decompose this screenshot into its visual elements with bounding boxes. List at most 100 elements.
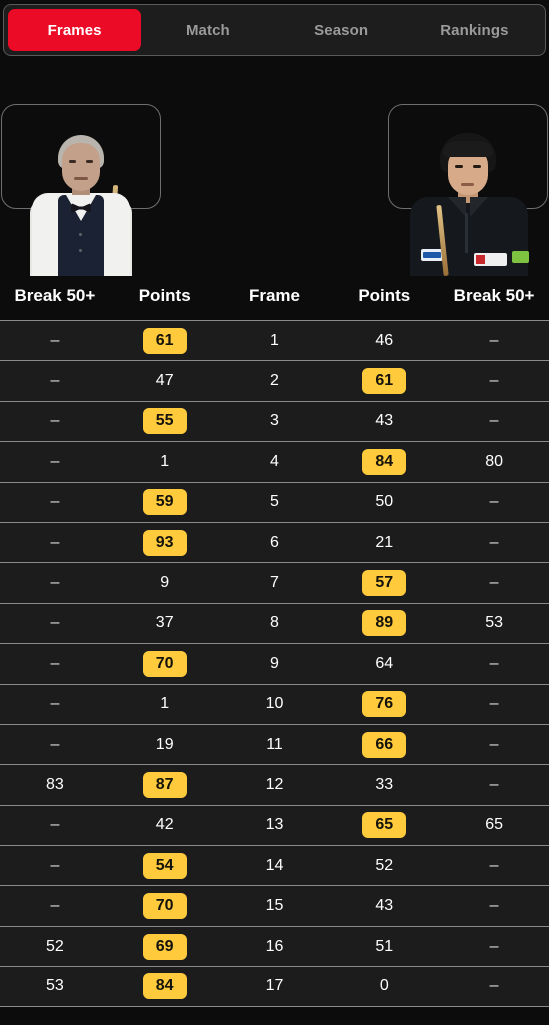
- eye: [473, 165, 481, 168]
- table-row[interactable]: – 47 2 61 –: [0, 360, 549, 401]
- table-row[interactable]: – 61 1 46 –: [0, 320, 549, 361]
- cell-break-left: –: [50, 614, 60, 632]
- button: [79, 233, 82, 236]
- winner-points-badge: 93: [142, 529, 187, 556]
- winner-points-badge: 84: [142, 973, 187, 1000]
- cell-points-right: 46: [375, 331, 394, 349]
- cell-points-left: 69: [110, 933, 220, 960]
- polo-shirt: [410, 197, 528, 276]
- cell-points-right: 0: [379, 977, 389, 995]
- cell-points-left: 61: [110, 327, 220, 354]
- header-frame: Frame: [248, 286, 300, 305]
- button: [79, 249, 82, 252]
- sponsor-logo: [476, 255, 485, 264]
- placket: [465, 213, 468, 253]
- table-row[interactable]: 52 69 16 51 –: [0, 925, 549, 967]
- cell-break-left: 53: [46, 977, 64, 995]
- cell-frame: 16: [265, 937, 284, 955]
- table-row[interactable]: – 59 5 50 –: [0, 481, 549, 522]
- header-break-right: Break 50+: [453, 286, 535, 305]
- cell-break-right: –: [489, 654, 499, 672]
- winner-points-badge: 69: [142, 933, 187, 960]
- winner-points-badge: 55: [142, 408, 187, 435]
- cell-break-right: –: [489, 533, 499, 551]
- sponsor-logo: [512, 251, 529, 263]
- cell-break-right: –: [489, 331, 499, 349]
- cell-points-left: 70: [110, 650, 220, 677]
- cell-break-right: –: [489, 574, 499, 592]
- table-row[interactable]: – 42 13 65 65: [0, 804, 549, 846]
- table-row[interactable]: – 1 10 76 –: [0, 683, 549, 724]
- table-row[interactable]: 53 84 17 0 –: [0, 966, 549, 1007]
- cell-points-left: 1: [160, 452, 170, 470]
- winner-points-badge: 87: [142, 771, 187, 798]
- table-row[interactable]: 83 87 12 33 –: [0, 764, 549, 805]
- player-right-photo: [388, 133, 548, 276]
- winner-points-badge: 59: [142, 489, 187, 516]
- tab-season[interactable]: Season: [275, 9, 408, 51]
- cell-points-left: 1: [160, 695, 170, 713]
- winner-points-badge: 76: [362, 691, 407, 718]
- table-row[interactable]: – 70 9 64 –: [0, 643, 549, 684]
- tab-frames[interactable]: Frames: [8, 9, 142, 51]
- table-row[interactable]: – 9 7 57 –: [0, 562, 549, 603]
- cell-frame: 7: [270, 574, 279, 592]
- winner-points-badge: 57: [362, 570, 407, 597]
- cell-points-right: 52: [375, 856, 394, 874]
- tab-match[interactable]: Match: [141, 9, 274, 51]
- cell-break-left: 83: [46, 775, 64, 793]
- cell-break-left: –: [50, 856, 60, 874]
- cell-points-left: 70: [110, 893, 220, 920]
- winner-points-badge: 61: [142, 327, 187, 354]
- cell-break-right: –: [489, 735, 499, 753]
- winner-points-badge: 70: [142, 893, 187, 920]
- cell-frame: 5: [270, 493, 279, 511]
- cell-break-right: –: [489, 937, 499, 955]
- cell-break-left: –: [50, 897, 60, 915]
- cell-points-left: 54: [110, 852, 220, 879]
- cell-points-right: 64: [375, 654, 394, 672]
- mouth: [74, 177, 88, 180]
- winner-points-badge: 54: [142, 852, 187, 879]
- cell-break-right: –: [489, 897, 499, 915]
- cell-break-right: –: [489, 695, 499, 713]
- cell-break-right: 53: [485, 614, 503, 632]
- winner-points-badge: 66: [362, 731, 407, 758]
- cell-frame: 17: [265, 977, 284, 995]
- hair-fringe: [443, 141, 493, 157]
- cell-points-left: 87: [110, 771, 220, 798]
- table-row[interactable]: – 55 3 43 –: [0, 400, 549, 442]
- cell-frame: 1: [270, 331, 279, 349]
- cell-points-right: 66: [329, 731, 439, 758]
- table-row[interactable]: – 54 14 52 –: [0, 845, 549, 886]
- mouth: [461, 183, 474, 186]
- player-left-photo: [0, 133, 160, 276]
- table-row[interactable]: – 70 15 43 –: [0, 885, 549, 926]
- cell-points-right: 84: [329, 448, 439, 475]
- cell-frame: 10: [265, 695, 284, 713]
- cell-points-left: 84: [110, 973, 220, 1000]
- cell-break-left: –: [50, 331, 60, 349]
- cell-break-left: –: [50, 735, 60, 753]
- tab-season-label: Season: [314, 21, 369, 39]
- tab-rankings[interactable]: Rankings: [408, 9, 541, 51]
- cell-points-right: 61: [329, 368, 439, 395]
- cell-frame: 2: [270, 372, 279, 390]
- tab-rankings-label: Rankings: [440, 21, 509, 39]
- cell-break-left: –: [50, 695, 60, 713]
- eye: [86, 160, 93, 163]
- table-row[interactable]: – 1 4 84 80: [0, 441, 549, 482]
- table-row[interactable]: – 93 6 21 –: [0, 521, 549, 563]
- cell-break-left: –: [50, 654, 60, 672]
- table-row[interactable]: – 37 8 89 53: [0, 602, 549, 644]
- cell-break-right: –: [489, 412, 499, 430]
- cell-frame: 15: [265, 897, 284, 915]
- tab-frames-label: Frames: [47, 21, 102, 39]
- table-row[interactable]: – 19 11 66 –: [0, 723, 549, 765]
- cell-frame: 3: [270, 412, 279, 430]
- cell-points-left: 9: [160, 574, 170, 592]
- frames-table: Break 50+ Points Frame Points Break 50+ …: [0, 278, 549, 1007]
- sponsor-logo: [423, 252, 441, 258]
- tab-bar: Frames Match Season Rankings: [3, 4, 546, 56]
- cell-points-left: 37: [155, 614, 174, 632]
